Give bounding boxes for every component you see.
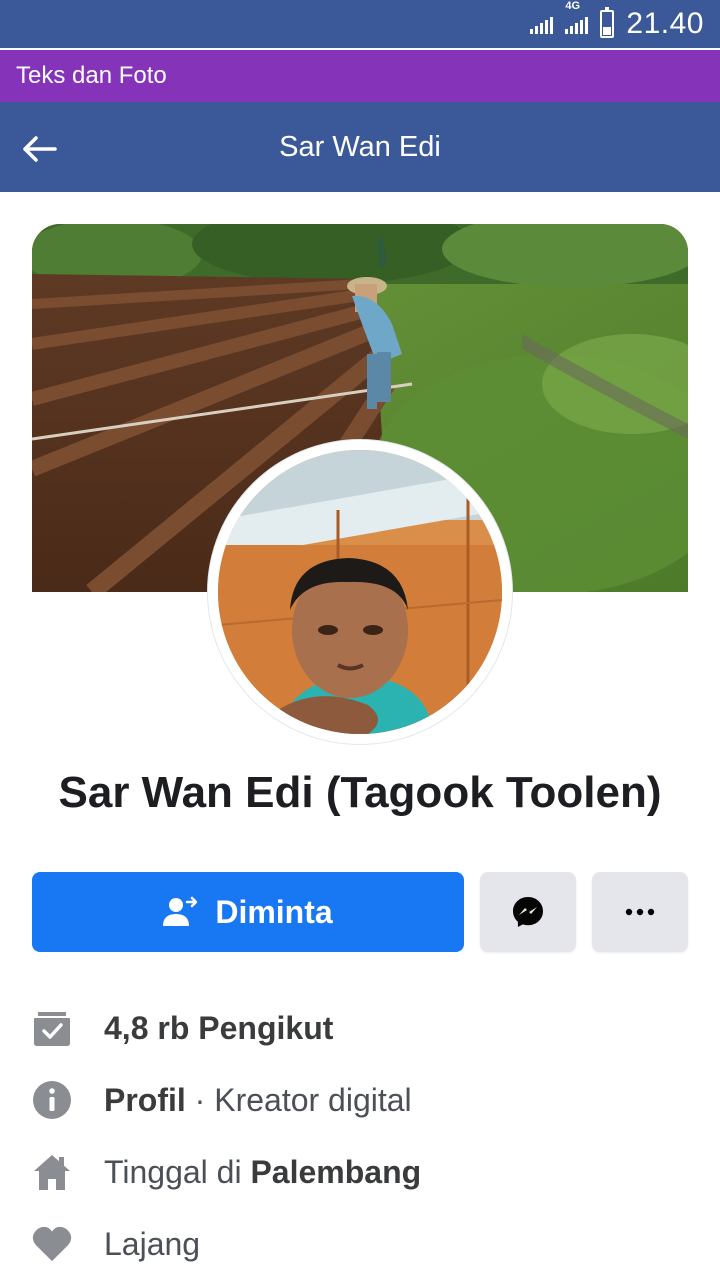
info-profile-category[interactable]: Profil · Kreator digital <box>32 1078 412 1122</box>
info-followers[interactable]: 4,8 rb Pengikut <box>32 1006 333 1050</box>
page-title: Sar Wan Edi <box>279 130 441 163</box>
friend-requested-label: Diminta <box>215 893 333 930</box>
relationship-status: Lajang <box>104 1225 201 1262</box>
profile-label: Profil <box>104 1081 186 1118</box>
app-banner: Teks dan Foto <box>0 50 720 102</box>
heart-icon <box>32 1224 72 1264</box>
signal-4g-icon: 4G <box>565 0 589 34</box>
messenger-icon <box>511 895 545 929</box>
info-relationship[interactable]: Lajang <box>32 1222 200 1266</box>
home-icon <box>32 1152 72 1192</box>
arrow-left-icon[interactable] <box>18 127 62 171</box>
lives-prefix: Tinggal di <box>104 1153 251 1190</box>
messenger-button[interactable] <box>480 872 576 952</box>
status-bar: 4G 21.40 <box>0 0 720 48</box>
app-bar: Sar Wan Edi <box>0 102 720 192</box>
lives-city: Palembang <box>250 1153 422 1190</box>
battery-icon <box>600 7 615 38</box>
banner-text: Teks dan Foto <box>16 62 167 89</box>
friend-requested-button[interactable]: Diminta <box>32 872 464 952</box>
profile-avatar[interactable] <box>208 440 512 744</box>
info-current-city[interactable]: Tinggal di Palembang <box>32 1150 421 1194</box>
followers-count: 4,8 rb Pengikut <box>104 1009 334 1046</box>
profile-category: · Kreator digital <box>185 1081 412 1118</box>
signal-icon <box>530 14 554 34</box>
more-dots-icon <box>625 908 655 916</box>
status-clock: 21.40 <box>626 7 704 40</box>
profile-name: Sar Wan Edi (Tagook Toolen) <box>58 768 662 817</box>
network-label: 4G <box>565 0 581 12</box>
followers-icon <box>32 1008 72 1048</box>
info-icon <box>32 1080 72 1120</box>
more-options-button[interactable] <box>592 872 688 952</box>
person-requested-icon <box>163 896 198 928</box>
